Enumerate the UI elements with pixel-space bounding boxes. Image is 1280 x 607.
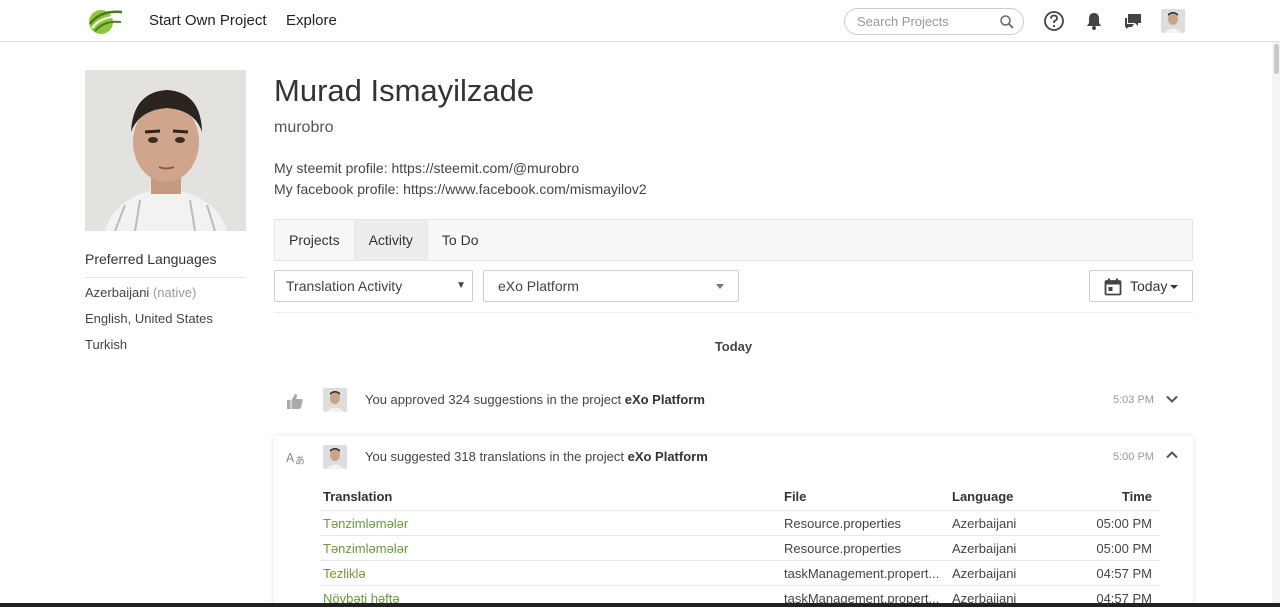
language-cell: Azerbaijani [952,541,1017,556]
search-input[interactable] [857,14,997,29]
table-divider [320,560,1160,561]
translate-icon: Aあ [286,449,305,467]
search-box [844,8,1024,35]
bottom-edge [0,603,1280,607]
activity-type-value: Translation Activity [286,278,403,294]
project-select[interactable]: eXo Platform [483,270,739,302]
user-avatar[interactable] [1161,9,1185,33]
language-name: Turkish [85,337,128,352]
activity-type-select[interactable]: Translation Activity ▼ [274,270,473,302]
profile-photo [85,70,246,231]
help-icon[interactable] [1043,10,1065,32]
table-header-file: File [784,489,807,504]
time-cell: 05:00 PM [1096,516,1152,531]
chevron-up-icon[interactable] [1165,448,1179,462]
nav-explore[interactable]: Explore [286,12,337,29]
language-cell: Azerbaijani [952,591,1017,603]
table-divider [320,510,1160,511]
file-cell: Resource.properties [784,516,902,531]
activity-summary-text: You suggested 318 translations in the pr… [365,449,628,464]
bio-steemit: My steemit profile: https://steemit.com/… [274,160,580,176]
activity-avatar[interactable] [323,388,347,412]
tab-projects[interactable]: Projects [275,220,354,260]
calendar-icon [1104,278,1122,296]
tab-activity[interactable]: Activity [353,220,428,260]
top-navbar: Start Own Project Explore [0,0,1280,42]
file-cell: taskManagement.propert... [784,591,940,603]
language-cell: Azerbaijani [952,516,1017,531]
page-scrollbar[interactable] [1272,42,1280,607]
table-header-translation: Translation [323,489,393,504]
messages-icon[interactable] [1122,10,1144,32]
language-item: Turkish [85,337,127,352]
svg-text:あ: あ [295,455,305,467]
activity-summary: You suggested 318 translations in the pr… [365,449,708,464]
search-icon[interactable] [999,14,1015,30]
activity-time: 5:00 PM [1113,451,1154,463]
language-item: Azerbaijani (native) [85,285,196,300]
activity-summary-text: You approved 324 suggestions in the proj… [365,392,625,407]
date-filter-label: Today [1130,278,1168,294]
language-cell: Azerbaijani [952,566,1017,581]
user-handle: murobro [274,119,334,136]
translation-link[interactable]: Tənzimləmələr [323,541,763,556]
file-cell: taskManagement.propert... [784,566,940,581]
day-header: Today [714,339,753,354]
activity-summary: You approved 324 suggestions in the proj… [365,392,705,407]
caret-down-icon [1170,285,1178,289]
caret-down-icon: ▼ [456,280,466,291]
notifications-bell-icon[interactable] [1083,10,1105,32]
language-item: English, United States [85,311,213,326]
time-cell: 05:00 PM [1096,541,1152,556]
table-divider [320,535,1160,536]
translation-link[interactable]: Tənzimləmələr [323,516,763,531]
language-name: English, United States [85,311,213,326]
divider [274,312,1193,313]
scrollbar-thumb[interactable] [1274,44,1279,74]
language-native-note: (native) [152,285,197,300]
table-header-time: Time [1121,489,1152,504]
tab-to-do[interactable]: To Do [428,220,493,260]
preferred-languages-title: Preferred Languages [85,251,246,278]
table-divider [320,585,1160,586]
svg-text:A: A [286,451,295,465]
user-full-name: Murad Ismayilzade [274,73,535,108]
project-select-value: eXo Platform [498,278,579,294]
activity-avatar[interactable] [323,445,347,469]
table-header-language: Language [952,489,1014,504]
activity-time: 5:03 PM [1113,394,1154,406]
caret-down-icon [716,284,724,289]
date-filter-button[interactable]: Today [1089,270,1193,302]
time-cell: 04:57 PM [1096,566,1152,581]
nav-start-own-project[interactable]: Start Own Project [149,12,267,29]
translation-link[interactable]: Növbəti həftə [323,591,763,603]
activity-project-link[interactable]: eXo Platform [625,392,705,407]
profile-tabs: Projects Activity To Do [274,219,1193,261]
thumbs-up-icon [286,392,304,410]
bio-facebook: My facebook profile: https://www.faceboo… [274,181,647,197]
activity-project-link[interactable]: eXo Platform [628,449,708,464]
chevron-down-icon[interactable] [1165,392,1179,406]
language-name: Azerbaijani [85,285,150,300]
time-cell: 04:57 PM [1096,591,1152,603]
translation-link[interactable]: Tezliklə [323,566,763,581]
logo-icon[interactable] [86,6,124,36]
file-cell: Resource.properties [784,541,902,556]
